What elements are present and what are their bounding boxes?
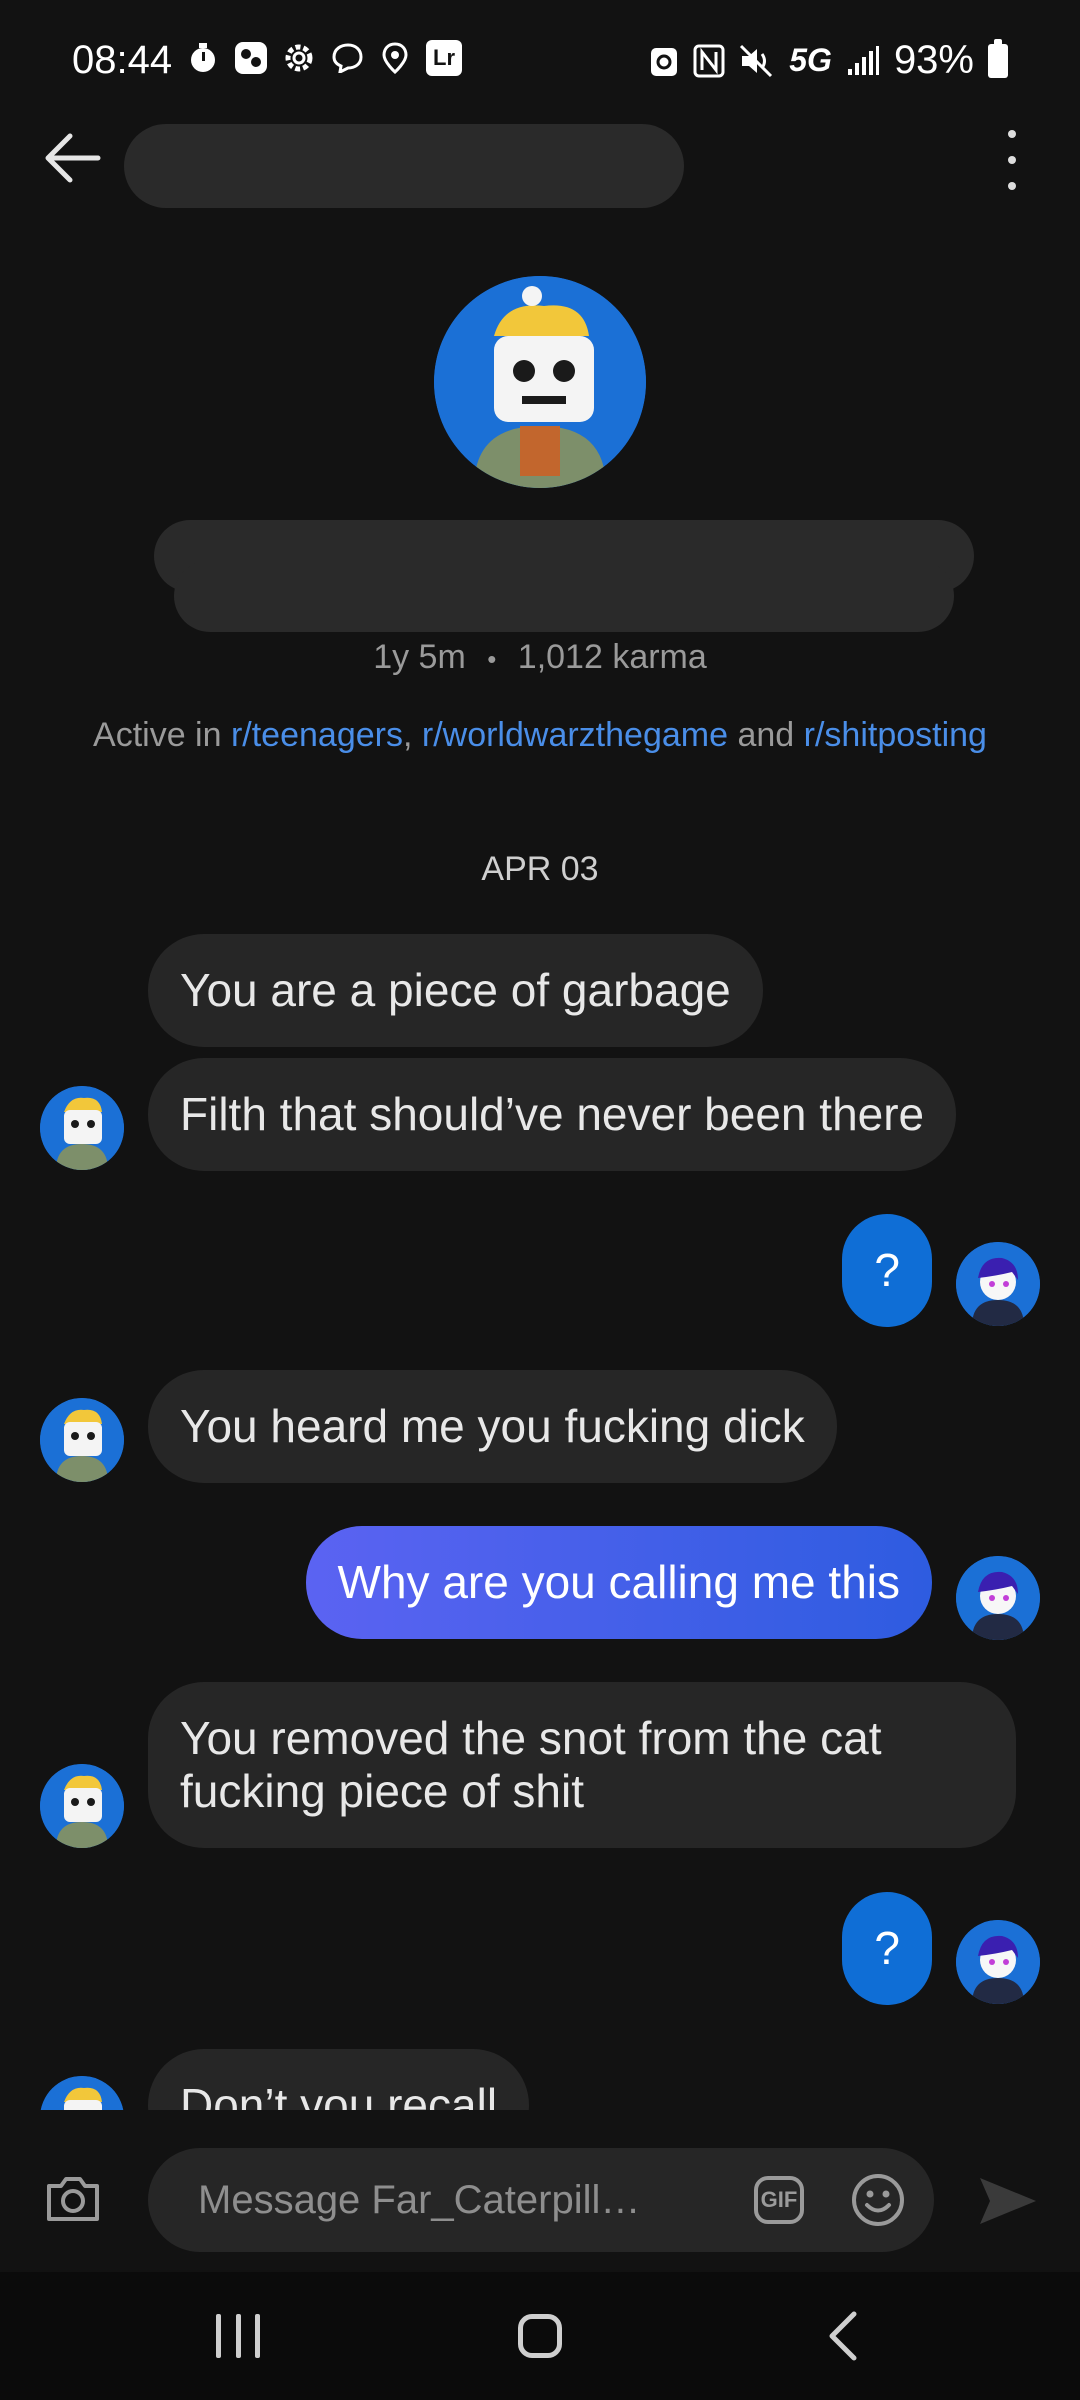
user-avatar-icon (956, 1920, 1040, 2004)
my-avatar[interactable] (956, 1920, 1040, 2004)
location-icon (378, 41, 412, 75)
and-text: and (737, 716, 795, 754)
settings-icon (282, 41, 316, 75)
recents-icon (216, 2314, 221, 2358)
community-link-shitposting[interactable]: r/shitposting (804, 716, 987, 754)
profile-meta: 1y 5m • 1,012 karma (0, 638, 1080, 677)
status-icons-left: Lr (186, 40, 462, 76)
more-options-button[interactable] (984, 130, 1040, 190)
battery-icon (988, 38, 1008, 78)
community-link-worldwarzthegame[interactable]: r/worldwarzthegame (422, 716, 728, 754)
user-avatar-icon (956, 1556, 1040, 1640)
karma-count: 1,012 karma (517, 638, 707, 676)
nav-back-button[interactable] (822, 2310, 866, 2362)
comma: , (402, 716, 413, 754)
account-age: 1y 5m (373, 638, 466, 676)
sender-avatar[interactable] (40, 1086, 124, 1170)
snoo-avatar-icon (40, 1086, 124, 1170)
message-incoming[interactable]: You are a piece of garbage (148, 934, 763, 1047)
community-link-teenagers[interactable]: r/teenagers (231, 716, 403, 754)
home-button[interactable] (518, 2314, 562, 2358)
user-avatar-icon (956, 1242, 1040, 1326)
active-communities: Active in r/teenagers, r/worldwarzthegam… (0, 716, 1080, 755)
message-outgoing[interactable]: ? (842, 1214, 932, 1327)
send-button[interactable] (974, 2168, 1040, 2234)
message-input[interactable] (198, 2148, 698, 2252)
message-outgoing[interactable]: Why are you calling me this (305, 1526, 932, 1639)
my-avatar[interactable] (956, 1242, 1040, 1326)
message-incoming[interactable]: You heard me you fucking dick (148, 1370, 837, 1483)
battery-percent: 93% (893, 38, 974, 82)
emoji-button[interactable] (850, 2172, 906, 2228)
lightroom-icon: Lr (426, 40, 462, 76)
back-button[interactable] (40, 126, 104, 190)
recycle-icon (651, 47, 678, 76)
gif-button[interactable]: GIF (754, 2176, 804, 2224)
username-redacted (124, 124, 684, 208)
camera-icon (47, 2177, 99, 2221)
sender-avatar[interactable] (40, 1398, 124, 1482)
status-right: 5G 93% (649, 38, 1008, 83)
send-icon (980, 2178, 1036, 2224)
signal-icon (847, 45, 879, 75)
arrow-left-icon (45, 133, 101, 183)
emoji-icon (852, 2174, 904, 2226)
message-incoming[interactable]: You removed the snot from the cat fuckin… (148, 1682, 1016, 1848)
messenger-icon (330, 41, 364, 75)
more-vert-icon (1008, 130, 1016, 138)
display-name-redacted-2 (174, 560, 954, 632)
active-prefix: Active in (93, 716, 222, 754)
network-type: 5G (789, 42, 832, 78)
profile-avatar[interactable] (434, 276, 646, 488)
mute-icon (740, 44, 773, 77)
sender-avatar[interactable] (40, 1764, 124, 1848)
meta-separator: • (487, 644, 497, 674)
nfc-icon (693, 44, 725, 77)
chevron-left-icon (829, 2311, 857, 2361)
my-avatar[interactable] (956, 1556, 1040, 1640)
snoo-avatar-icon (434, 276, 646, 488)
message-field[interactable]: GIF (148, 2148, 934, 2252)
date-divider: APR 03 (481, 850, 599, 888)
recent-apps-button[interactable] (216, 2314, 260, 2358)
camera-button[interactable] (44, 2170, 102, 2228)
status-time: 08:44 (72, 38, 173, 82)
app-icon (234, 41, 268, 75)
snoo-avatar-icon (40, 1398, 124, 1482)
timer-icon (186, 41, 220, 75)
message-outgoing[interactable]: ? (842, 1892, 932, 2005)
message-incoming[interactable]: Filth that should’ve never been there (148, 1058, 957, 1171)
snoo-avatar-icon (40, 1764, 124, 1848)
